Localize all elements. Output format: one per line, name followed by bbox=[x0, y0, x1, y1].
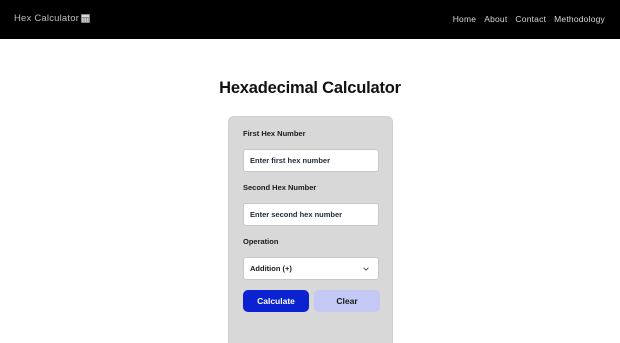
nav-link-home[interactable]: Home bbox=[453, 14, 476, 24]
first-hex-label: First Hex Number bbox=[243, 129, 306, 138]
top-navbar: Hex Calculator Home About Contact Method… bbox=[0, 0, 620, 39]
first-hex-input[interactable] bbox=[243, 149, 379, 172]
nav-link-about[interactable]: About bbox=[484, 14, 507, 24]
page-title: Hexadecimal Calculator bbox=[219, 79, 401, 97]
brand-name: Hex Calculator bbox=[14, 13, 80, 24]
second-hex-label: Second Hex Number bbox=[243, 183, 317, 192]
brand-link[interactable]: Hex Calculator bbox=[14, 13, 91, 24]
calculator-icon bbox=[81, 14, 91, 23]
nav-links: Home About Contact Methodology bbox=[453, 14, 605, 24]
chevron-down-icon bbox=[363, 267, 369, 271]
nav-link-methodology[interactable]: Methodology bbox=[554, 14, 605, 24]
clear-button[interactable]: Clear bbox=[314, 290, 380, 312]
operation-select[interactable]: Addition (+) bbox=[243, 257, 379, 280]
calculate-button[interactable]: Calculate bbox=[243, 290, 309, 312]
operation-label: Operation bbox=[243, 237, 279, 246]
operation-selected-value: Addition (+) bbox=[250, 264, 292, 273]
calculator-card: First Hex Number Second Hex Number Opera… bbox=[228, 116, 393, 343]
nav-link-contact[interactable]: Contact bbox=[515, 14, 546, 24]
second-hex-input[interactable] bbox=[243, 203, 379, 226]
